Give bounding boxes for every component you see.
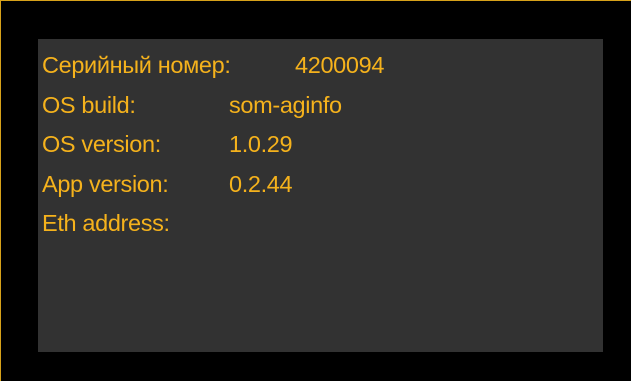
os-build-label: OS build:: [42, 92, 136, 118]
os-build-row: OS build: som-aginfo: [42, 87, 597, 123]
serial-number-row: Серийный номер: 4200094: [42, 47, 597, 83]
app-version-value: 0.2.44: [229, 171, 293, 197]
os-version-row: OS version: 1.0.29: [42, 126, 597, 162]
serial-number-value: 4200094: [295, 52, 385, 78]
device-screen: Серийный номер: 4200094 OS build: som-ag…: [0, 0, 631, 381]
os-version-value: 1.0.29: [229, 131, 293, 157]
screen-top-border: [0, 0, 631, 1]
device-info-panel: Серийный номер: 4200094 OS build: som-ag…: [38, 39, 603, 352]
screen-left-border: [0, 0, 1, 381]
os-build-value: som-aginfo: [229, 92, 342, 118]
serial-number-label: Серийный номер:: [42, 52, 231, 78]
os-version-label: OS version:: [42, 131, 161, 157]
app-version-row: App version: 0.2.44: [42, 166, 597, 202]
eth-address-label: Eth address:: [42, 210, 170, 236]
app-version-label: App version:: [42, 171, 169, 197]
eth-address-row: Eth address:: [42, 205, 597, 241]
